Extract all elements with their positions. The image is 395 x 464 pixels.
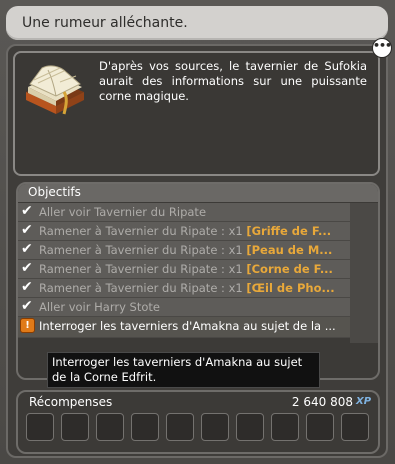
reward-slot[interactable] [96,413,124,441]
objective-row[interactable]: ✔ Aller voir Harry Stote [18,298,350,317]
quest-book-icon [26,65,84,115]
objectives-side-column [350,203,378,343]
reward-slot[interactable] [306,413,334,441]
checkmark-icon: ✔ [21,203,33,219]
objective-text: Ramener à Tavernier du Ripate : x1 [Peau… [39,243,333,257]
quest-description: D'après vos sources, le tavernier de Suf… [99,59,367,103]
objective-row-active[interactable]: ! Interroger les taverniers d'Amakna au … [18,317,350,338]
objective-row[interactable]: ✔ Ramener à Tavernier du Ripate : x1 [Œi… [18,279,350,298]
item-link[interactable]: [Œil de Pho... [246,281,334,295]
reward-slot[interactable] [131,413,159,441]
objective-text: Ramener à Tavernier du Ripate : x1 [Œil … [39,281,335,295]
reward-slot[interactable] [26,413,54,441]
objective-text: Ramener à Tavernier du Ripate : x1 [Grif… [39,224,332,238]
checkmark-icon: ✔ [21,298,33,314]
checkmark-icon: ✔ [21,260,33,276]
objectives-title: Objectifs [28,185,81,199]
reward-slot[interactable] [271,413,299,441]
title-bar[interactable]: Une rumeur alléchante. [6,6,388,40]
objective-row[interactable]: ✔ Ramener à Tavernier du Ripate : x1 [Gr… [18,222,350,241]
objective-tooltip: Interroger les taverniers d'Amakna au su… [47,352,320,388]
reward-slot[interactable] [201,413,229,441]
quest-title: Une rumeur alléchante. [22,15,188,31]
xp-unit: XP [356,396,372,407]
item-link[interactable]: [Griffe de F... [246,224,331,238]
objective-text: Ramener à Tavernier du Ripate : x1 [Corn… [39,262,333,276]
item-link[interactable]: [Corne de F... [246,262,333,276]
active-objective-icon: ! [20,318,35,333]
objective-text: Interroger les taverniers d'Amakna au su… [39,319,336,333]
reward-slot[interactable] [341,413,369,441]
chat-bubble-icon[interactable]: ••• [372,38,392,58]
reward-slot[interactable] [166,413,194,441]
rewards-label: Récompenses [29,395,113,409]
objective-row[interactable]: ✔ Aller voir Tavernier du Ripate [18,203,350,222]
item-link[interactable]: [Peau de M... [246,243,332,257]
checkmark-icon: ✔ [21,222,33,238]
reward-slot[interactable] [236,413,264,441]
reward-slot[interactable] [61,413,89,441]
objective-row[interactable]: ✔ Ramener à Tavernier du Ripate : x1 [Co… [18,260,350,279]
objective-text: Aller voir Tavernier du Ripate [39,205,207,219]
objective-row[interactable]: ✔ Ramener à Tavernier du Ripate : x1 [Pe… [18,241,350,260]
objective-text: Aller voir Harry Stote [39,300,160,314]
checkmark-icon: ✔ [21,241,33,257]
checkmark-icon: ✔ [21,279,33,295]
xp-value: 2 640 808 [291,395,353,409]
